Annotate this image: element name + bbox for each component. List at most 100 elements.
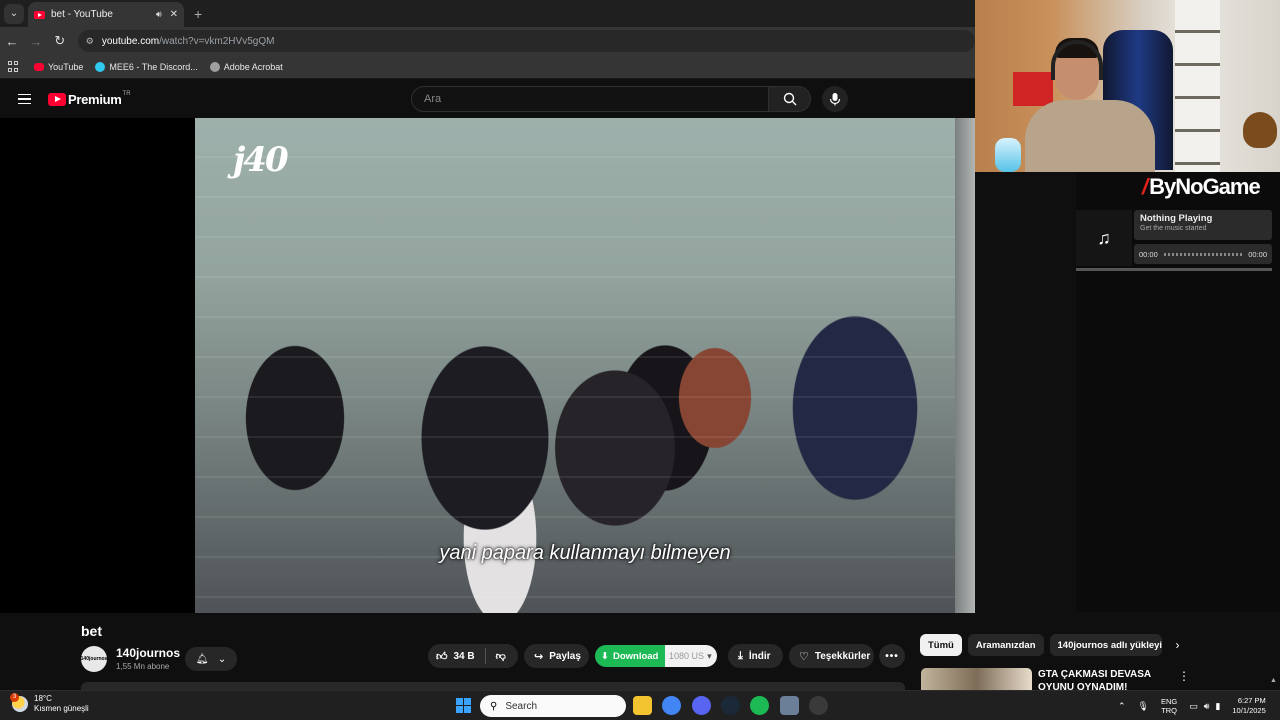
- globe-icon: [209, 61, 220, 72]
- apps-grid-icon[interactable]: [8, 60, 20, 73]
- thanks-button[interactable]: ♡ Teşekkürler: [789, 644, 874, 668]
- kebab-menu-icon[interactable]: ⋮: [1178, 669, 1190, 683]
- reload-icon[interactable]: ↻: [48, 33, 72, 49]
- weather-icon: 3: [10, 693, 28, 712]
- volume-icon[interactable]: 🔊︎: [1204, 701, 1210, 712]
- bynogame-slash-icon: /: [1142, 174, 1148, 199]
- track-timeline: 00:00 00:00: [1134, 244, 1272, 264]
- track-subtitle: Get the music started: [1140, 225, 1207, 232]
- thumbs-up-icon[interactable]: 👍︎: [436, 650, 448, 663]
- tab-search-button[interactable]: ⌄: [4, 3, 24, 24]
- download-icon: ⬇: [601, 650, 609, 662]
- like-separator: [484, 648, 486, 664]
- chevron-right-icon[interactable]: ›: [1176, 638, 1180, 652]
- taskbar-clock[interactable]: 6:27 PM 10/1/2025: [1232, 696, 1265, 716]
- video-frame[interactable]: j40 yani papara kullanmayı bilmeyen: [195, 118, 975, 613]
- url-host: youtube.com: [101, 35, 160, 47]
- obs-icon[interactable]: [809, 696, 828, 715]
- youtube-play-icon: [48, 92, 66, 106]
- thanks-label: Teşekkürler: [814, 650, 871, 662]
- youtube-header: Premium TR: [0, 80, 975, 118]
- share-icon: ↪: [534, 650, 544, 663]
- chip-uploader[interactable]: 140journos adlı yükleyici: [1049, 634, 1162, 656]
- like-dislike-group: 👍︎ 34 B 👎︎: [428, 644, 518, 668]
- video-details: bet 140journos 140journos 1,55 Mn abone …: [0, 613, 1280, 690]
- bookmark-mee6[interactable]: MEE6 - The Discord...: [95, 61, 198, 72]
- hamburger-menu-icon[interactable]: [18, 91, 31, 108]
- more-actions-button[interactable]: •••: [879, 644, 905, 668]
- channel-avatar[interactable]: 140journos: [81, 646, 107, 672]
- language-indicator[interactable]: ENG TRQ: [1161, 697, 1177, 715]
- steam-icon[interactable]: [721, 696, 740, 715]
- webcam-toy: [1243, 112, 1277, 148]
- share-button[interactable]: ↪ Paylaş: [524, 644, 589, 668]
- search-button[interactable]: [769, 86, 811, 112]
- recommended-thumbnail[interactable]: [921, 668, 1032, 690]
- back-arrow-icon[interactable]: ←: [0, 34, 24, 49]
- logo-region: TR: [122, 91, 131, 97]
- bynogame-logo: /ByNoGame: [1142, 174, 1261, 199]
- track-progress-bar: [1163, 252, 1243, 256]
- browser-tab[interactable]: bet - YouTube 🔊︎ ✕: [28, 2, 184, 27]
- bookmark-youtube[interactable]: YouTube: [34, 62, 83, 72]
- search-icon: ⚲: [490, 700, 498, 712]
- new-tab-button[interactable]: +: [194, 6, 202, 22]
- microphone-icon[interactable]: 🎙︎: [1138, 701, 1149, 712]
- indir-button[interactable]: ⤓ İndir: [728, 644, 783, 668]
- mee6-icon: [95, 61, 106, 72]
- youtube-favicon-icon: [34, 10, 45, 19]
- description-box[interactable]: [81, 682, 905, 690]
- download-quality-select[interactable]: 1080 US ▾: [665, 645, 717, 667]
- url-field[interactable]: ⚙ youtube.com/watch?v=vkm2HVv5gQM: [77, 30, 975, 52]
- webcam-person-body: [1025, 100, 1155, 172]
- search-input[interactable]: [411, 86, 769, 112]
- voice-search-button[interactable]: [822, 86, 848, 112]
- weather-widget[interactable]: 3 18°C Kısmen güneşli: [10, 693, 89, 714]
- share-label: Paylaş: [549, 650, 581, 662]
- subscriber-count: 1,55 Mn abone: [116, 662, 170, 671]
- youtube-icon: [34, 62, 44, 71]
- webcam-lamp: [995, 138, 1021, 172]
- notification-bell-button[interactable]: 🔔︎ ⌄: [185, 647, 237, 671]
- video-scene-pillar: [955, 118, 975, 613]
- thumbs-down-icon[interactable]: 👎︎: [496, 650, 506, 662]
- chip-all[interactable]: Tümü: [920, 634, 962, 656]
- network-icon[interactable]: ▭: [1189, 701, 1198, 712]
- battery-icon[interactable]: ▮: [1215, 701, 1220, 712]
- webcam-poster: [1013, 72, 1053, 106]
- track-info: Nothing Playing Get the music started: [1134, 210, 1272, 240]
- taskbar-search-label: Search: [505, 700, 538, 712]
- weather-condition: Kısmen güneşli: [34, 704, 89, 713]
- temperature: 18°C: [34, 694, 52, 703]
- bookmark-adobe-acrobat[interactable]: Adobe Acrobat: [209, 61, 283, 72]
- file-explorer-icon[interactable]: [633, 696, 652, 715]
- youtube-logo[interactable]: Premium TR: [48, 91, 131, 107]
- taskbar-search[interactable]: ⚲ Search: [480, 695, 626, 717]
- close-icon[interactable]: ✕: [170, 9, 178, 20]
- speaker-icon[interactable]: 🔊︎: [156, 9, 162, 20]
- chip-from-search[interactable]: Aramanızdan: [967, 634, 1044, 656]
- music-progress: [1076, 268, 1272, 271]
- discord-icon[interactable]: [692, 696, 711, 715]
- forward-arrow-icon[interactable]: →: [24, 34, 48, 49]
- site-info-icon[interactable]: ⚙: [86, 36, 94, 47]
- track-time-start: 00:00: [1139, 249, 1158, 259]
- chrome-icon[interactable]: [662, 696, 681, 715]
- channel-name[interactable]: 140journos: [116, 646, 180, 660]
- download-icon: ⤓: [738, 649, 743, 662]
- video-player[interactable]: j40 yani papara kullanmayı bilmeyen: [0, 118, 975, 613]
- video-subtitle: yani papara kullanmayı bilmeyen: [439, 542, 731, 564]
- like-count[interactable]: 34 B: [454, 651, 475, 662]
- system-tray: ⌃ 🎙︎ ENG TRQ ▭ 🔊︎ ▮ 6:27 PM 10/1/2025: [1118, 691, 1266, 720]
- scroll-up-icon[interactable]: ▲: [1270, 677, 1277, 684]
- download-button[interactable]: ⬇ Download: [595, 645, 665, 667]
- search-icon: [783, 92, 796, 106]
- recommended-title[interactable]: GTA ÇAKMASI DEVASA OYUNU OYNADIM!: [1038, 668, 1176, 690]
- tray-overflow-chevron-icon[interactable]: ⌃: [1118, 701, 1126, 712]
- app-icon[interactable]: [780, 696, 799, 715]
- windows-start-icon[interactable]: [456, 698, 471, 713]
- webcam-shelf: [1175, 0, 1220, 172]
- download-extension: ⬇ Download 1080 US ▾: [595, 644, 717, 668]
- spotify-icon[interactable]: [750, 696, 769, 715]
- screen: ⌄ bet - YouTube 🔊︎ ✕ + ← → ↻ ⚙ youtube.c…: [0, 0, 1280, 720]
